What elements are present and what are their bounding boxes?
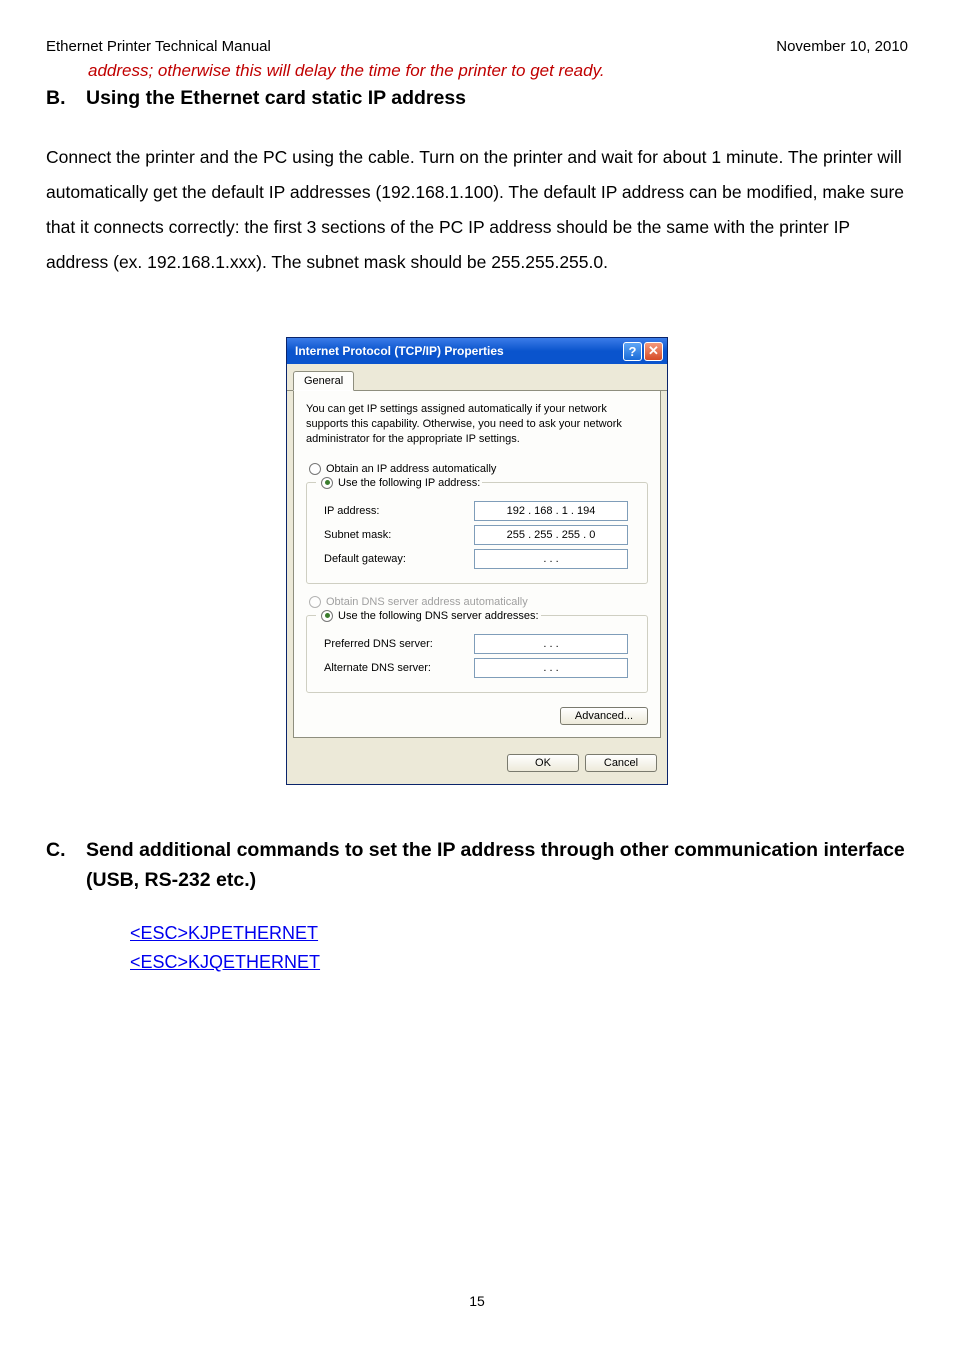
ip-address-row: IP address: 192 . 168 . 1 . 194 bbox=[316, 501, 638, 521]
alt-dns-input[interactable]: . . . bbox=[474, 658, 628, 678]
gateway-input[interactable]: . . . bbox=[474, 549, 628, 569]
radio-use-ip[interactable] bbox=[321, 477, 333, 489]
alt-dns-label: Alternate DNS server: bbox=[324, 662, 474, 674]
tabstrip: General bbox=[287, 364, 667, 391]
section-c-title: Send additional commands to set the IP a… bbox=[86, 835, 908, 895]
subnet-input[interactable]: 255 . 255 . 255 . 0 bbox=[474, 525, 628, 545]
ok-button[interactable]: OK bbox=[507, 754, 579, 772]
dialog-description: You can get IP settings assigned automat… bbox=[306, 402, 648, 447]
radio-auto-ip[interactable] bbox=[309, 463, 321, 475]
radio-use-ip-label: Use the following IP address: bbox=[338, 477, 480, 489]
section-c-wrap: C. Send additional commands to set the I… bbox=[0, 785, 954, 977]
subnet-value: 255 . 255 . 255 . 0 bbox=[507, 529, 596, 541]
tcp-ip-dialog: Internet Protocol (TCP/IP) Properties ? … bbox=[286, 337, 668, 785]
section-c-heading: C. Send additional commands to set the I… bbox=[46, 835, 908, 895]
ip-address-input[interactable]: 192 . 168 . 1 . 194 bbox=[474, 501, 628, 521]
ip-address-value: 192 . 168 . 1 . 194 bbox=[507, 505, 596, 517]
page-number: 15 bbox=[0, 1293, 954, 1309]
alt-dns-row: Alternate DNS server: . . . bbox=[316, 658, 638, 678]
cancel-button[interactable]: Cancel bbox=[585, 754, 657, 772]
tab-body: You can get IP settings assigned automat… bbox=[293, 391, 661, 738]
page-header: Ethernet Printer Technical Manual Novemb… bbox=[0, 0, 954, 55]
tab-general[interactable]: General bbox=[293, 371, 354, 391]
section-b-letter: B. bbox=[46, 87, 76, 110]
close-button[interactable]: ✕ bbox=[644, 342, 663, 361]
link-kjq[interactable]: <ESC>KJQETHERNET bbox=[130, 952, 320, 972]
radio-auto-dns bbox=[309, 596, 321, 608]
links-block: <ESC>KJPETHERNET <ESC>KJQETHERNET bbox=[46, 895, 908, 977]
radio-use-ip-row[interactable]: Use the following IP address: bbox=[318, 477, 480, 489]
radio-auto-dns-label: Obtain DNS server address automatically bbox=[326, 596, 528, 608]
radio-use-dns[interactable] bbox=[321, 610, 333, 622]
pref-dns-label: Preferred DNS server: bbox=[324, 638, 474, 650]
gateway-label: Default gateway: bbox=[324, 553, 474, 565]
titlebar-buttons: ? ✕ bbox=[623, 342, 663, 361]
advanced-button[interactable]: Advanced... bbox=[560, 707, 648, 725]
header-left: Ethernet Printer Technical Manual bbox=[46, 38, 271, 55]
subnet-row: Subnet mask: 255 . 255 . 255 . 0 bbox=[316, 525, 638, 545]
dialog-title: Internet Protocol (TCP/IP) Properties bbox=[295, 344, 504, 358]
dns-group: Use the following DNS server addresses: … bbox=[306, 610, 648, 693]
ip-address-label: IP address: bbox=[324, 505, 474, 517]
pref-dns-row: Preferred DNS server: . . . bbox=[316, 634, 638, 654]
section-b-heading: B. Using the Ethernet card static IP add… bbox=[0, 85, 954, 110]
section-b-body: Connect the printer and the PC using the… bbox=[0, 110, 954, 280]
italic-note: address; otherwise this will delay the t… bbox=[0, 55, 954, 85]
section-b-title: Using the Ethernet card static IP addres… bbox=[86, 87, 466, 110]
header-right: November 10, 2010 bbox=[776, 38, 908, 55]
pref-dns-value: . . . bbox=[543, 638, 558, 650]
dialog-titlebar: Internet Protocol (TCP/IP) Properties ? … bbox=[287, 338, 667, 364]
gateway-row: Default gateway: . . . bbox=[316, 549, 638, 569]
dialog-wrap: Internet Protocol (TCP/IP) Properties ? … bbox=[0, 280, 954, 785]
radio-auto-ip-row[interactable]: Obtain an IP address automatically bbox=[306, 463, 648, 475]
link-kjp[interactable]: <ESC>KJPETHERNET bbox=[130, 923, 318, 943]
subnet-label: Subnet mask: bbox=[324, 529, 474, 541]
radio-use-dns-row[interactable]: Use the following DNS server addresses: bbox=[318, 610, 539, 622]
gateway-value: . . . bbox=[543, 553, 558, 565]
radio-auto-dns-row: Obtain DNS server address automatically bbox=[306, 596, 648, 608]
advanced-row: Advanced... bbox=[306, 707, 648, 725]
radio-auto-ip-label: Obtain an IP address automatically bbox=[326, 463, 496, 475]
help-button[interactable]: ? bbox=[623, 342, 642, 361]
section-c-letter: C. bbox=[46, 835, 76, 895]
alt-dns-value: . . . bbox=[543, 662, 558, 674]
bottom-buttons: OK Cancel bbox=[287, 744, 667, 784]
pref-dns-input[interactable]: . . . bbox=[474, 634, 628, 654]
ip-group: Use the following IP address: IP address… bbox=[306, 477, 648, 584]
radio-use-dns-label: Use the following DNS server addresses: bbox=[338, 610, 539, 622]
